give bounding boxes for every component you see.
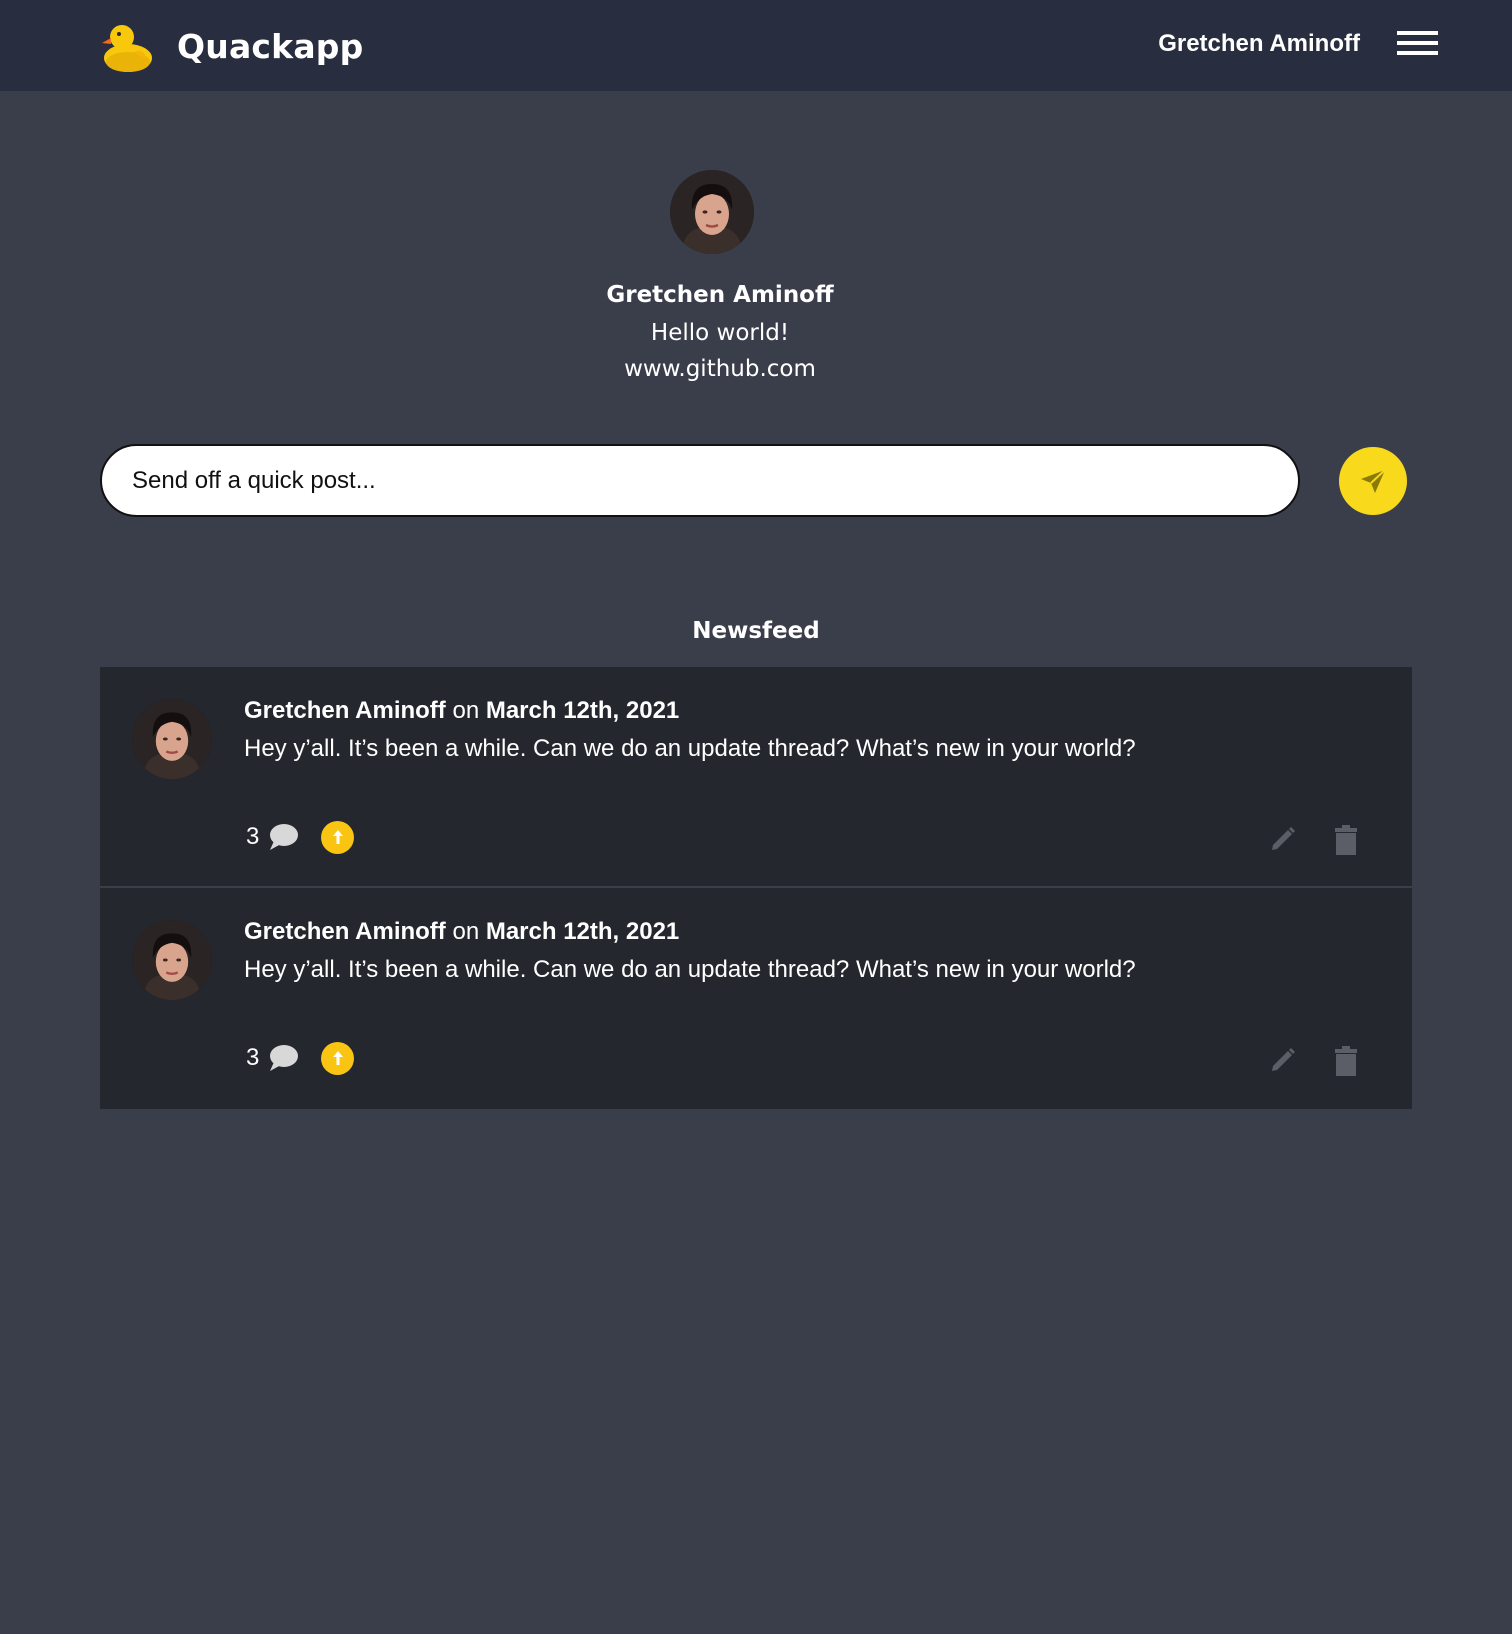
- top-nav-bar: Quackapp Gretchen Aminoff: [0, 0, 1512, 91]
- feed-post: Gretchen Aminoff on March 12th, 2021 Hey…: [100, 888, 1412, 1109]
- comment-count: 3: [246, 823, 260, 850]
- arrow-up-icon: [332, 830, 343, 844]
- pencil-edit-icon[interactable]: [1268, 1044, 1298, 1074]
- post-meta: Gretchen Aminoff on March 12th, 2021: [244, 697, 679, 725]
- post-date: March 12th, 2021: [485, 697, 680, 724]
- app-name: Quackapp: [177, 26, 364, 66]
- user-portrait-icon: [132, 699, 212, 779]
- post-author[interactable]: Gretchen Aminoff: [244, 697, 446, 724]
- menu-line: [1397, 31, 1438, 35]
- profile-website-link[interactable]: www.github.com: [0, 356, 1440, 382]
- post-author[interactable]: Gretchen Aminoff: [244, 918, 446, 945]
- upvote-button[interactable]: [321, 820, 355, 854]
- comment-bubble-icon[interactable]: [267, 1043, 299, 1073]
- feed-post: Gretchen Aminoff on March 12th, 2021 Hey…: [100, 667, 1412, 888]
- menu-line: [1397, 41, 1438, 45]
- comment-count: 3: [246, 1044, 260, 1071]
- profile-avatar[interactable]: [670, 170, 754, 254]
- paper-plane-icon: [1361, 469, 1386, 493]
- post-author-avatar[interactable]: [132, 920, 212, 1000]
- post-meta-connector: on: [452, 697, 480, 724]
- post-meta-connector: on: [452, 918, 480, 945]
- post-actions: 3: [246, 1040, 355, 1076]
- post-date: March 12th, 2021: [485, 918, 680, 945]
- pencil-edit-icon[interactable]: [1268, 823, 1298, 853]
- profile-bio: Hello world!: [650, 320, 790, 346]
- user-portrait-icon: [670, 170, 754, 254]
- brand[interactable]: Quackapp: [98, 18, 363, 74]
- hamburger-menu-icon[interactable]: [1397, 28, 1438, 60]
- newsfeed-list: Gretchen Aminoff on March 12th, 2021 Hey…: [100, 667, 1412, 1109]
- profile-name: Gretchen Aminoff: [606, 282, 834, 308]
- newsfeed-heading: Newsfeed: [692, 618, 820, 644]
- post-author-avatar[interactable]: [132, 699, 212, 779]
- quick-post-input[interactable]: [100, 444, 1300, 517]
- current-user-name[interactable]: Gretchen Aminoff: [1158, 30, 1360, 58]
- comment-bubble-icon[interactable]: [267, 822, 299, 852]
- trash-delete-icon[interactable]: [1333, 1046, 1359, 1076]
- post-text: Hey y’all. It’s been a while. Can we do …: [244, 735, 1136, 762]
- upvote-button[interactable]: [321, 1041, 355, 1075]
- send-post-button[interactable]: [1339, 447, 1407, 515]
- user-portrait-icon: [132, 920, 212, 1000]
- menu-line: [1397, 51, 1438, 55]
- trash-delete-icon[interactable]: [1333, 825, 1359, 855]
- rubber-duck-icon: [102, 25, 152, 72]
- post-meta: Gretchen Aminoff on March 12th, 2021: [244, 918, 679, 946]
- post-text: Hey y’all. It’s been a while. Can we do …: [244, 956, 1136, 983]
- post-actions: 3: [246, 819, 355, 855]
- arrow-up-icon: [332, 1051, 343, 1065]
